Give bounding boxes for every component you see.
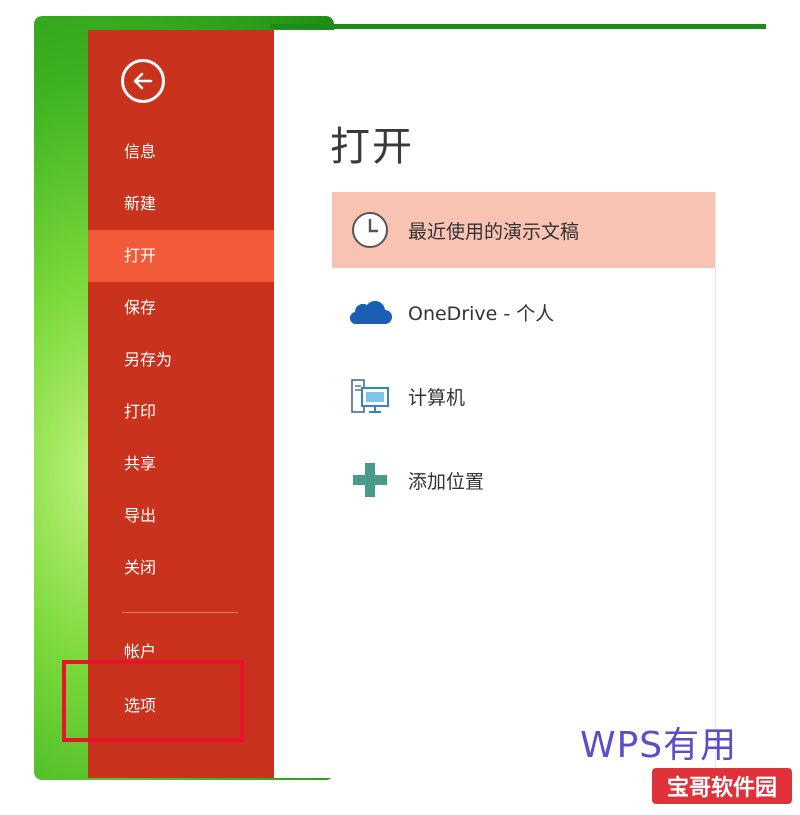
nav-close[interactable]: 关闭 [88, 542, 274, 594]
location-label: OneDrive - 个人 [408, 302, 555, 325]
site-watermark: 宝哥软件园 [652, 768, 792, 804]
computer-icon [351, 379, 389, 413]
nav-info[interactable]: 信息 [88, 126, 274, 178]
options-highlight-box [62, 660, 244, 742]
nav-print[interactable]: 打印 [88, 386, 274, 438]
nav-new[interactable]: 新建 [88, 178, 274, 230]
location-computer[interactable]: 计算机 [332, 358, 715, 434]
window-top-border [270, 24, 766, 29]
nav-export[interactable]: 导出 [88, 490, 274, 542]
location-list: 最近使用的演示文稿 OneDrive - 个人 计算机 添加位置 [332, 192, 716, 778]
location-label: 计算机 [408, 386, 466, 409]
plus-icon [353, 463, 387, 497]
nav-save-as[interactable]: 另存为 [88, 334, 274, 386]
page-title: 打开 [330, 124, 414, 170]
nav-share[interactable]: 共享 [88, 438, 274, 490]
location-add-place[interactable]: 添加位置 [332, 442, 715, 518]
location-label: 添加位置 [408, 470, 485, 493]
back-arrow-icon [133, 72, 153, 90]
open-panel: 打开 最近使用的演示文稿 OneDrive - 个人 计算机 添加位置 [274, 30, 766, 778]
sidebar-divider [122, 612, 238, 613]
location-onedrive[interactable]: OneDrive - 个人 [332, 274, 715, 350]
nav-open[interactable]: 打开 [88, 230, 274, 282]
location-label: 最近使用的演示文稿 [408, 220, 580, 243]
back-button[interactable] [121, 59, 165, 103]
cloud-icon [349, 300, 392, 325]
clock-icon [352, 212, 388, 248]
wps-watermark: WPS有用 [580, 725, 738, 766]
nav-save[interactable]: 保存 [88, 282, 274, 334]
location-recent[interactable]: 最近使用的演示文稿 [332, 192, 715, 268]
